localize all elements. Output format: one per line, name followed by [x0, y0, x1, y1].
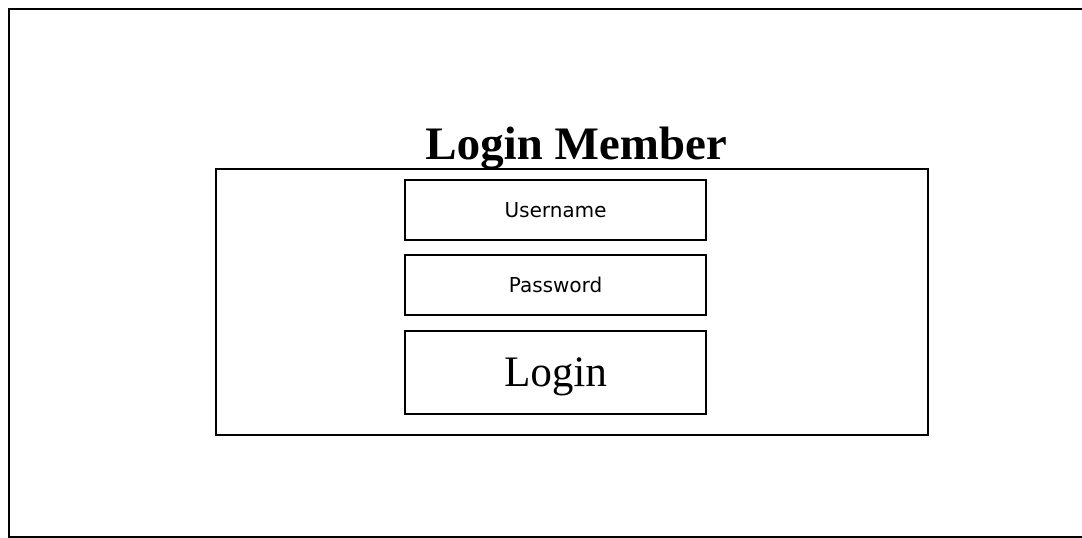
login-button-label: Login	[504, 349, 607, 396]
password-label: Password	[508, 273, 603, 297]
username-label: Username	[504, 198, 607, 222]
login-button[interactable]: Login	[404, 330, 707, 415]
username-field[interactable]: Username	[404, 179, 707, 241]
password-field[interactable]: Password	[404, 254, 707, 316]
page-title: Login Member	[425, 118, 727, 170]
